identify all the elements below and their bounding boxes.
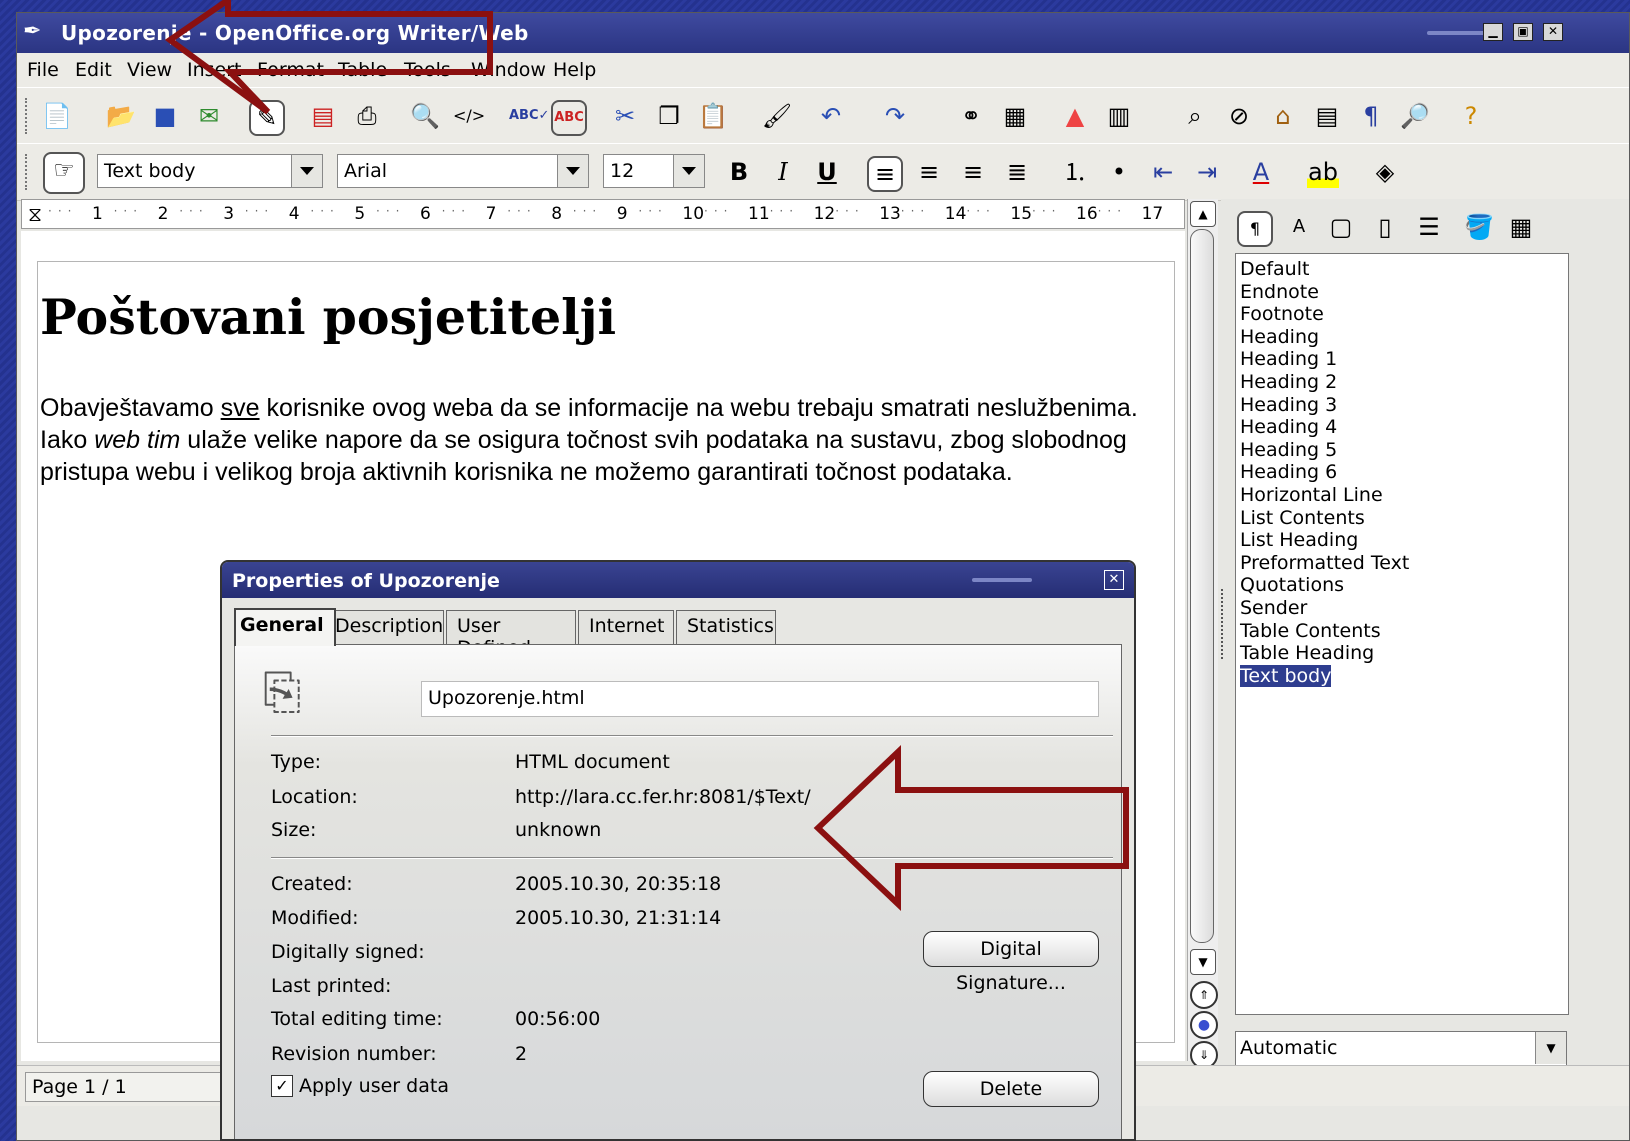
tab-general[interactable]: General <box>234 608 336 646</box>
annotation-arrow-left <box>813 745 1129 911</box>
